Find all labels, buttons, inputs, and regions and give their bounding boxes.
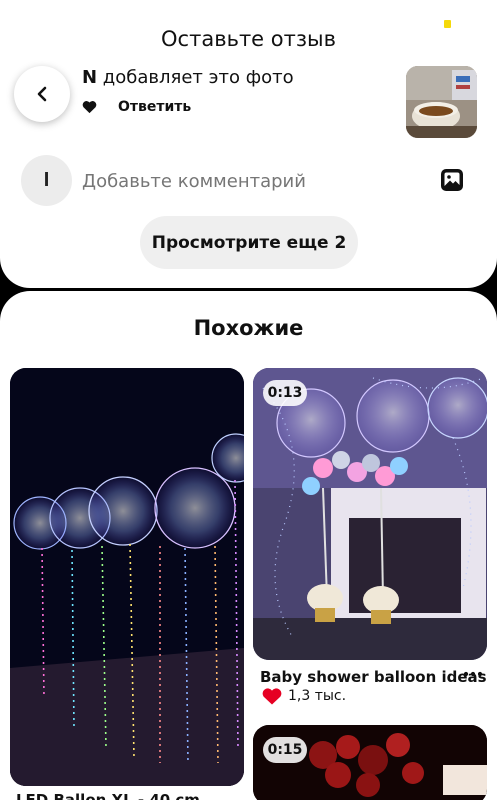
avatar[interactable]: I — [21, 155, 72, 206]
section-title: Похожие — [193, 316, 304, 340]
status-time: 12:03 — [44, 16, 102, 37]
chevron-left-icon — [37, 86, 47, 102]
reaction-count: 1,3 тыс. — [288, 688, 347, 704]
status-bar: 12:03 — [0, 0, 497, 54]
pin-caption[interactable]: Baby shower balloon ideas — [260, 668, 487, 686]
led-balloons-photo — [10, 368, 244, 786]
pin-thumbnail[interactable] — [406, 66, 477, 138]
pin-roses-video[interactable]: 0:15 — [253, 725, 487, 800]
battery-icon — [440, 16, 473, 32]
cup-photo — [406, 66, 477, 138]
wifi-icon — [414, 17, 432, 31]
more-horizontal-icon[interactable] — [463, 669, 483, 679]
comment-username[interactable]: N — [82, 67, 97, 88]
image-icon[interactable] — [440, 168, 464, 192]
comment-text: N добавляет это фото — [82, 67, 294, 88]
video-duration-badge: 0:15 — [263, 737, 307, 763]
pin-led-balloons[interactable] — [10, 368, 244, 786]
reply-button[interactable]: Ответить — [118, 99, 191, 115]
similar-section: Похожие LED Ballon XL - 40 cm 0:13 Baby … — [0, 291, 497, 800]
pin-caption[interactable]: LED Ballon XL - 40 cm — [16, 791, 200, 800]
comment-body: добавляет это фото — [97, 67, 294, 88]
back-button[interactable] — [14, 66, 70, 122]
video-duration-badge: 0:13 — [263, 380, 307, 406]
baby-shower-photo — [253, 368, 487, 660]
see-more-replies-button[interactable]: Просмотрите еще 2 — [140, 216, 358, 269]
heart-icon[interactable] — [82, 100, 97, 114]
comment-input[interactable] — [82, 168, 402, 194]
heart-eyes-icon — [262, 688, 282, 705]
pin-baby-shower[interactable]: 0:13 — [253, 368, 487, 660]
